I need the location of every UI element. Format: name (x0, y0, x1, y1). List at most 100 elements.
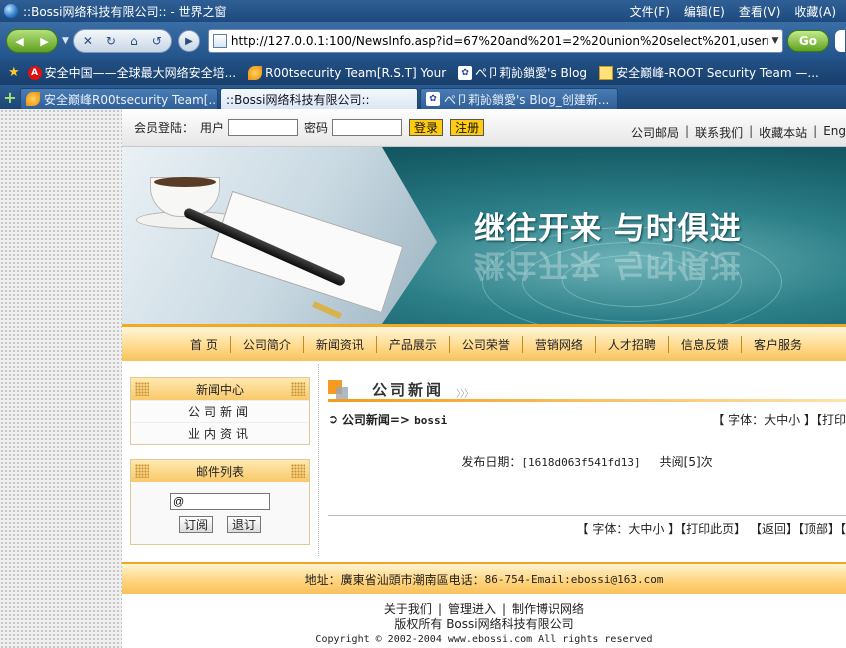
banner-image: 继往开来 与时俱进 继往开来 与时俱进 (122, 147, 846, 324)
address-footer: 地址： 廣東省汕頭市潮南區 电话： 86-754- Email: ebossi@… (122, 562, 846, 594)
font-tools-bottom[interactable]: 【 字体：大中小 】【打印此页】 【返回】【顶部】【 (328, 520, 846, 537)
breadcrumb: 公司新闻=> bossi (342, 411, 447, 428)
banner-desk-photo (122, 147, 437, 324)
footer-copyright: Copyright © 2002-2004 www.ebossi.com All… (315, 634, 653, 645)
url-input[interactable] (230, 34, 768, 48)
left-sidebar: 新闻中心 公司新闻 业内资讯 邮件列表 订阅 退订 (130, 377, 310, 559)
search-box-edge[interactable] (834, 30, 845, 52)
mail-list-title: 邮件列表 (131, 460, 309, 482)
view-count: 共阅[5]次 (659, 455, 713, 469)
top-links: 公司邮局 | 联系我们 | 收藏本站 | Eng (631, 124, 846, 141)
news-center-box: 新闻中心 公司新闻 业内资讯 (130, 377, 310, 445)
password-label: 密码 (304, 121, 329, 135)
mail-list-box: 邮件列表 订阅 退订 (130, 459, 310, 545)
history-dropdown-icon[interactable]: ▼ (62, 36, 69, 46)
navigation-toolbar: ◀ ▶ ▼ ✕ ↻ ⌂ ↺ ▶ ▼ Go (0, 22, 846, 60)
refresh-icon[interactable]: ↻ (100, 31, 122, 51)
home-icon[interactable]: ⌂ (123, 31, 145, 51)
section-deco-icon (336, 387, 348, 399)
banner-slogan-reflection: 继往开来 与时俱进 (474, 246, 742, 282)
email-field[interactable] (170, 493, 270, 510)
nav-honors[interactable]: 公司荣誉 (450, 335, 523, 353)
tab-label: ぺ卩莉訫鎖愛's Blog_创建新... (444, 92, 610, 107)
breadcrumb-arrow-icon: ➲ (328, 412, 342, 426)
red-a-icon: A (27, 65, 42, 80)
back-forward-group: ◀ ▶ (6, 29, 58, 53)
favorite-item[interactable]: ✿ ぺ卩莉訫鎖愛's Blog (458, 64, 587, 81)
footer-link-maker[interactable]: 制作博识网络 (512, 602, 584, 617)
breadcrumb-value: bossi (414, 413, 448, 427)
font-tools-top[interactable]: 【 字体：大中小 】【打印 (712, 411, 846, 428)
password-input[interactable] (332, 119, 403, 136)
link-company-mail[interactable]: 公司邮局 (631, 124, 679, 141)
page-icon (212, 34, 227, 48)
sidebar-item-industry-news[interactable]: 业内资讯 (131, 422, 309, 444)
email-value: ebossi@163.com (570, 572, 664, 586)
site-footer: 关于我们 | 管理进入 | 制作博识网络 版权所有 Bossi网络科技有限公司 … (122, 602, 846, 647)
stop-icon[interactable]: ✕ (77, 31, 99, 51)
address-bar: ▼ (207, 29, 783, 53)
sidebar-item-company-news[interactable]: 公司新闻 (131, 400, 309, 422)
nav-company-intro[interactable]: 公司简介 (231, 335, 304, 353)
menu-view[interactable]: 查看(V) (739, 3, 781, 20)
menu-file[interactable]: 文件(F) (630, 3, 670, 20)
article-divider (328, 515, 846, 516)
nav-recruitment[interactable]: 人才招聘 (596, 335, 669, 353)
undo-close-icon[interactable]: ↺ (146, 31, 168, 51)
breadcrumb-row: ➲ 公司新闻=> bossi 【 字体：大中小 】【打印 (328, 410, 846, 428)
url-dropdown-icon[interactable]: ▼ (768, 36, 782, 46)
main-navigation: 首 页 公司简介 新闻资讯 产品展示 公司荣誉 营销网络 人才招聘 信息反馈 客… (122, 324, 846, 361)
favorite-item[interactable]: 安全巅峰-ROOT Security Team —... (599, 64, 819, 81)
menu-favorites[interactable]: 收藏(A) (794, 3, 836, 20)
page-viewport: 会员登陆： 用户 密码 登录 注册 公司邮局 | 联系我们 | 收藏本站 | E… (0, 109, 846, 648)
forward-arrow-icon[interactable]: ▶ (40, 35, 48, 48)
favorite-item[interactable]: R00tsecurity Team[R.S.T] Your (248, 65, 446, 80)
menu-edit[interactable]: 编辑(E) (684, 3, 725, 20)
nav-news[interactable]: 新闻资讯 (304, 335, 377, 353)
favorites-star-icon[interactable]: ★ (8, 65, 20, 80)
link-english[interactable]: Eng (823, 124, 846, 141)
new-tab-icon[interactable]: + (0, 88, 20, 107)
section-underline (328, 399, 846, 402)
unsubscribe-button[interactable]: 退订 (227, 516, 262, 533)
nav-customer-service[interactable]: 客户服务 (742, 336, 814, 353)
tab-bossi[interactable]: ::Bossi网络科技有限公司:: (0, 88, 418, 208)
address-value: 廣東省汕頭市潮南區 (340, 572, 449, 587)
address-label: 地址： (304, 572, 341, 587)
notebook-shape (210, 190, 404, 314)
page-control-group: ✕ ↻ ⌂ ↺ (72, 29, 172, 53)
footer-link-admin[interactable]: 管理进入 (448, 602, 496, 617)
link-bookmark-site[interactable]: 收藏本站 (759, 124, 807, 141)
tab-security-peak[interactable]: 安全巅峰R00tsecurity Team[... (20, 88, 218, 109)
play-next-icon[interactable]: ▶ (177, 30, 200, 52)
window-title: ::Bossi网络科技有限公司:: - 世界之窗 (23, 4, 227, 19)
favorite-item[interactable]: A 安全中国——全球最大网络安全培... (27, 64, 236, 81)
register-button[interactable]: 注册 (450, 119, 485, 136)
nav-home[interactable]: 首 页 (178, 335, 231, 353)
username-input[interactable] (228, 119, 299, 136)
page-background-pattern (0, 109, 122, 648)
phone-label: 电话： (448, 572, 485, 587)
go-button[interactable]: Go (786, 30, 829, 52)
column-divider (318, 364, 319, 556)
login-button[interactable]: 登录 (409, 119, 444, 136)
back-arrow-icon[interactable]: ◀ (15, 35, 23, 48)
article-meta: 发布日期：[1618d063f541fd13] 共阅[5]次 (328, 453, 846, 470)
nav-sales-network[interactable]: 营销网络 (523, 335, 596, 353)
footer-link-about[interactable]: 关于我们 (384, 602, 432, 617)
pen-nib-shape (312, 301, 342, 319)
nav-feedback[interactable]: 信息反馈 (669, 335, 742, 353)
email-label: Email: (530, 572, 571, 586)
favorite-label: 安全巅峰-ROOT Security Team —... (616, 66, 819, 80)
tab-blog[interactable]: ✿ ぺ卩莉訫鎖愛's Blog_创建新... (420, 88, 618, 109)
mail-list-buttons: 订阅 退订 (178, 516, 262, 533)
nav-products[interactable]: 产品展示 (377, 335, 450, 353)
date-label: 发布日期： (461, 455, 522, 469)
footer-links: 关于我们 | 管理进入 | 制作博识网络 (122, 602, 846, 617)
member-login-bar: 会员登陆： 用户 密码 登录 注册 公司邮局 | 联系我们 | 收藏本站 | E… (122, 109, 846, 147)
browser-globe-icon (4, 4, 18, 18)
link-contact-us[interactable]: 联系我们 (695, 124, 743, 141)
separator: | (685, 124, 690, 138)
user-label: 用户 (200, 121, 225, 135)
subscribe-button[interactable]: 订阅 (178, 516, 213, 533)
